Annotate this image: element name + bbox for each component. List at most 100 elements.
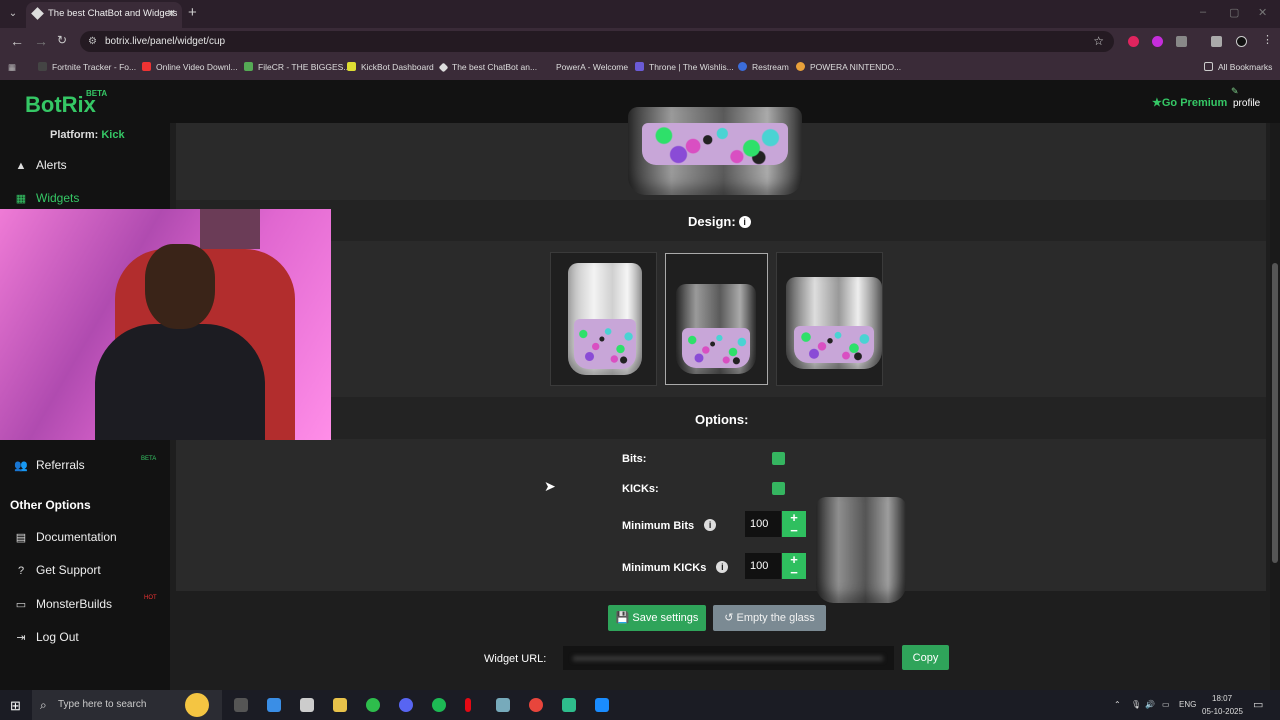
kicks-label: KICKs: — [622, 483, 659, 495]
windows-taskbar: ⊞ ⌕ Type here to search ⌃ 🎙 🔊 ▭ ENG 18:07… — [0, 690, 1280, 720]
minimum-bits-input[interactable]: 100 — [745, 511, 781, 537]
beads-fill — [573, 318, 637, 369]
bits-checkbox[interactable] — [772, 452, 785, 465]
reset-icon: ↺ — [724, 612, 734, 624]
info-icon[interactable]: i — [738, 216, 751, 228]
app-icon[interactable] — [300, 698, 314, 712]
app-icon[interactable] — [562, 698, 576, 712]
logo-beta-badge: BETA — [86, 89, 108, 98]
clock-time[interactable]: 18:07 — [1212, 694, 1232, 703]
minimum-kicks-input[interactable]: 100 — [745, 553, 781, 579]
forward-icon[interactable]: → — [34, 33, 48, 49]
sidebar-item-documentation[interactable]: ▤ Documentation — [14, 530, 117, 544]
url-field[interactable]: ⚙ botrix.live/panel/widget/cup ☆ — [80, 31, 1114, 52]
page-scrollbar[interactable] — [1270, 123, 1280, 690]
copy-button[interactable]: Copy — [902, 645, 949, 670]
beads-fill — [793, 326, 875, 363]
network-icon[interactable]: ▭ — [1162, 700, 1170, 709]
question-icon: ? — [17, 565, 25, 577]
bits-label: Bits: — [622, 453, 647, 465]
sidebar-item-referrals[interactable]: 👥 Referrals — [14, 458, 85, 472]
minus-icon[interactable]: − — [782, 566, 806, 579]
all-bookmarks-folder[interactable]: All Bookmarks — [1204, 62, 1272, 72]
reload-icon[interactable]: ↻ — [57, 33, 67, 47]
apps-grid-icon[interactable]: ▦ — [8, 62, 16, 73]
back-icon[interactable]: ← — [10, 33, 24, 49]
microphone-icon[interactable]: 🎙 — [1131, 700, 1141, 709]
browser-tab[interactable]: The best ChatBot and Widgets ✕ — [26, 2, 182, 28]
extensions-puzzle-icon[interactable] — [1176, 36, 1187, 47]
logout-icon: ⇥ — [16, 632, 26, 644]
profile-link[interactable]: ✎ profile — [1231, 86, 1260, 109]
weather-sun-icon[interactable] — [185, 693, 209, 717]
webcam-overlay — [0, 209, 331, 440]
streamer — [95, 239, 265, 440]
chrome-icon[interactable] — [529, 698, 543, 712]
design-option-cup[interactable] — [665, 253, 768, 385]
empty-glass-button[interactable]: ↺ Empty the glass — [713, 605, 826, 631]
save-icon: 💾 — [615, 612, 630, 624]
tab-search-dropdown[interactable]: ⌄ — [4, 5, 22, 23]
sidebar-item-log-out[interactable]: ⇥ Log Out — [14, 630, 78, 644]
volume-icon[interactable]: 🔊 — [1145, 700, 1155, 709]
minimum-bits-stepper[interactable]: + − — [782, 511, 806, 537]
start-icon[interactable]: ⊞ — [10, 698, 21, 714]
sidebar-item-widgets[interactable]: ▦ Widgets — [14, 191, 80, 205]
go-premium-button[interactable]: ★Go Premium — [1152, 96, 1227, 109]
tray-expand-icon[interactable]: ⌃ — [1114, 700, 1121, 709]
app-icon[interactable] — [595, 698, 609, 712]
bookmark-item[interactable]: FileCR - THE BIGGES... — [244, 62, 350, 72]
design-option-tall[interactable] — [550, 252, 657, 386]
save-settings-button[interactable]: 💾 Save settings — [608, 605, 706, 631]
close-window-icon[interactable]: ✕ — [1258, 6, 1267, 19]
bookmark-item[interactable]: Restream — [738, 62, 789, 72]
media-control-icon[interactable] — [1211, 36, 1222, 47]
new-tab-button[interactable]: + — [188, 4, 197, 21]
bookmark-item[interactable]: Fortnite Tracker - Fo... — [38, 62, 136, 72]
download-icon[interactable] — [1152, 36, 1163, 47]
widget-url-field[interactable] — [563, 646, 894, 670]
kicks-checkbox[interactable] — [772, 482, 785, 495]
spotify-icon[interactable] — [432, 698, 446, 712]
sidebar-item-monsterbuilds[interactable]: ▭ MonsterBuilds — [14, 597, 112, 611]
extension-icon[interactable] — [1128, 36, 1139, 47]
design-option-bowl[interactable] — [776, 252, 883, 386]
minimum-bits-label: Minimum Bits i — [622, 519, 717, 532]
bookmarks-bar: ▦ Fortnite Tracker - Fo... Online Video … — [0, 55, 1280, 80]
scrollbar-thumb[interactable] — [1272, 263, 1278, 563]
app-icon[interactable] — [267, 698, 281, 712]
task-view-icon[interactable] — [234, 698, 248, 712]
info-icon[interactable]: i — [704, 519, 717, 531]
app-icon[interactable] — [366, 698, 380, 712]
search-icon: ⌕ — [40, 698, 47, 712]
tab-close-button[interactable]: ✕ — [167, 2, 176, 26]
platform-indicator: Platform: Kick — [50, 129, 125, 141]
bookmark-item[interactable]: Online Video Downl... — [142, 62, 238, 72]
browser-menu-icon[interactable]: ⋮ — [1262, 33, 1273, 46]
bookmark-item[interactable]: The best ChatBot an... — [438, 62, 537, 73]
app-icon[interactable] — [496, 698, 510, 712]
bookmark-item[interactable]: Throne | The Wishlis... — [635, 62, 734, 72]
site-info-icon[interactable]: ⚙ — [88, 31, 97, 52]
profile-avatar-icon[interactable] — [1236, 36, 1247, 47]
language-indicator[interactable]: ENG — [1179, 700, 1196, 709]
clock-date[interactable]: 05-10-2025 — [1202, 707, 1243, 716]
bookmark-item[interactable]: PowerA - Welcome — [542, 62, 628, 72]
discord-icon[interactable] — [399, 698, 413, 712]
maximize-icon[interactable]: ▢ — [1229, 6, 1239, 19]
warning-icon: ▲ — [15, 160, 27, 172]
minimum-kicks-stepper[interactable]: + − — [782, 553, 806, 579]
netflix-icon[interactable] — [465, 698, 471, 712]
minus-icon[interactable]: − — [782, 524, 806, 537]
minimize-icon[interactable]: – — [1200, 6, 1206, 18]
sidebar-item-get-support[interactable]: ? Get Support — [14, 563, 101, 577]
notifications-icon[interactable]: ▭ — [1253, 698, 1263, 711]
file-explorer-icon[interactable] — [333, 698, 347, 712]
sidebar-item-alerts[interactable]: ▲ Alerts — [14, 158, 67, 172]
bookmark-item[interactable]: POWERA NINTENDO... — [796, 62, 901, 72]
bookmark-item[interactable]: KickBot Dashboard — [347, 62, 434, 72]
minimum-kicks-label: Minimum KICKs i — [622, 561, 729, 574]
bookmark-star-icon[interactable]: ☆ — [1093, 31, 1104, 52]
info-icon[interactable]: i — [716, 561, 729, 573]
grid-icon: ▦ — [15, 193, 27, 205]
